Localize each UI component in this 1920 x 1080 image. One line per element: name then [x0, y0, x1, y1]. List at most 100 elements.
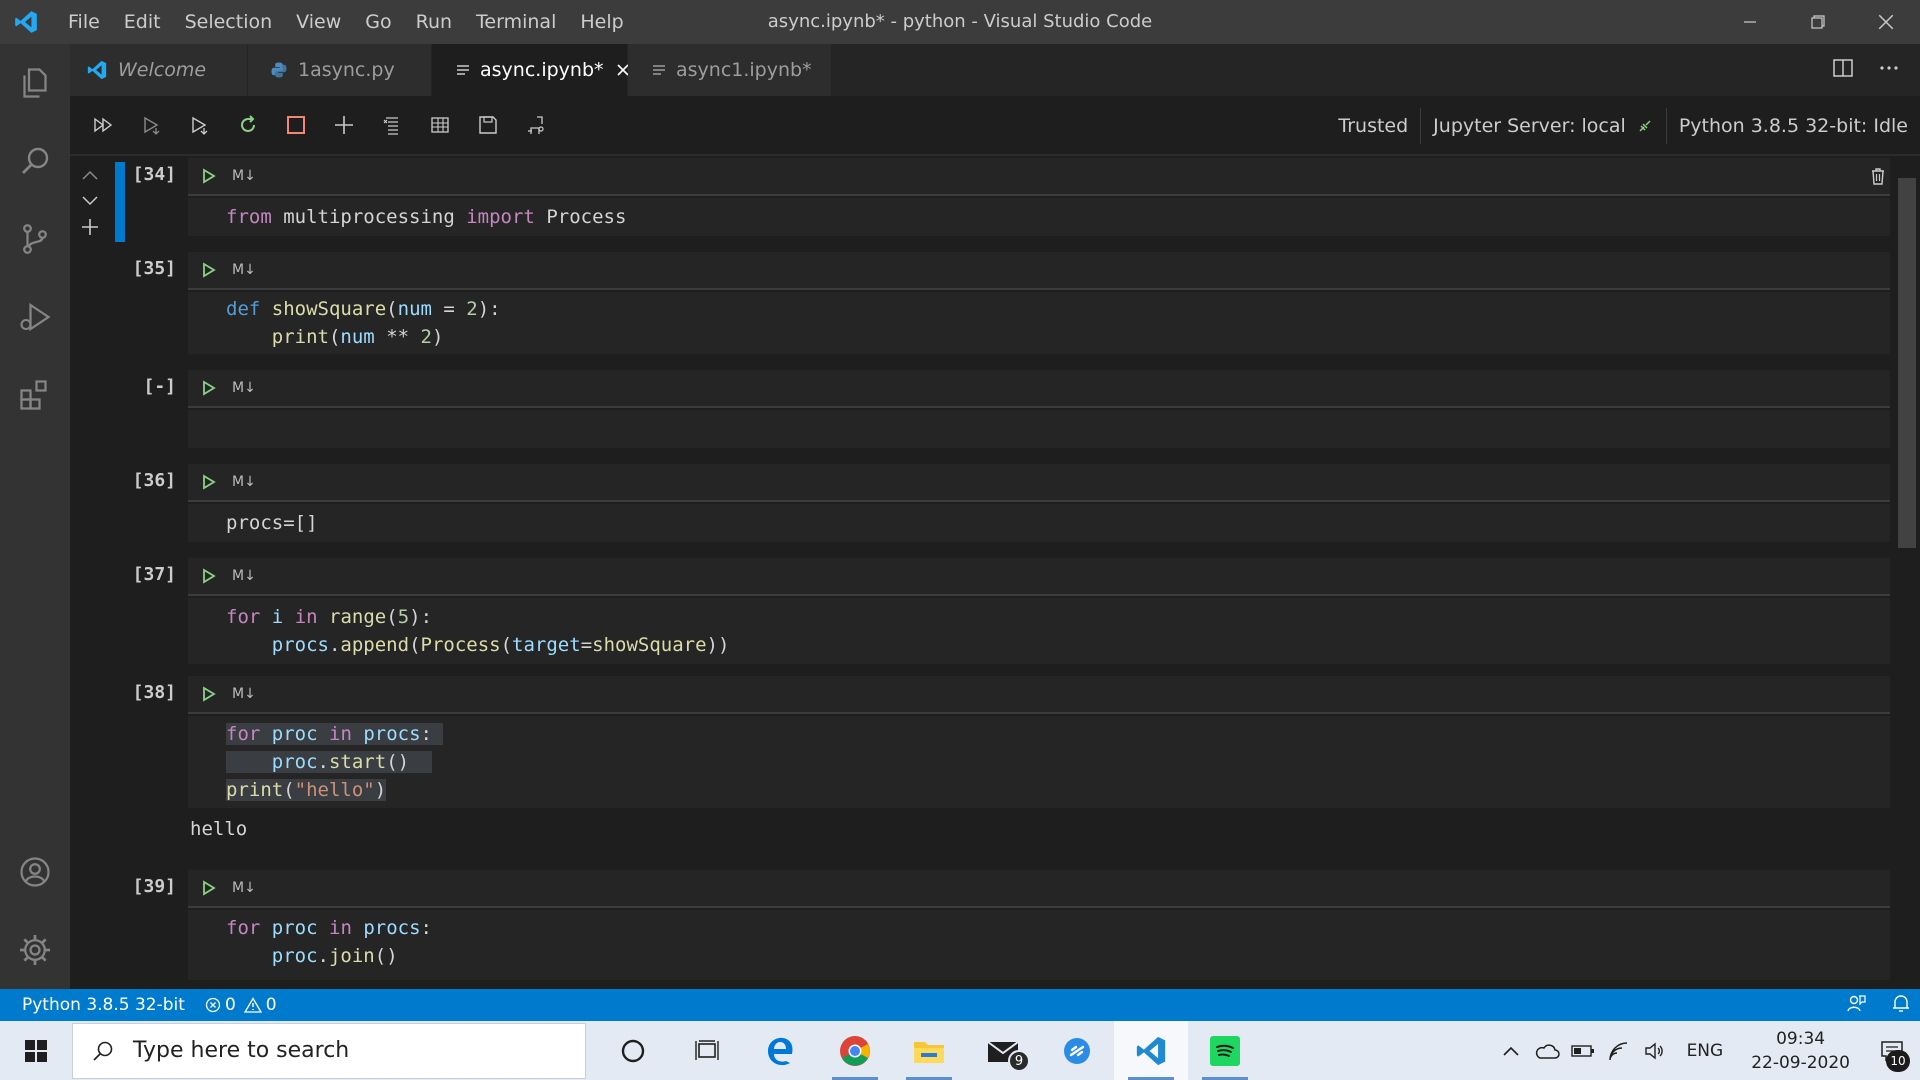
python-interpreter-status[interactable]: Python 3.8.5 32-bit	[0, 989, 195, 1021]
save-icon	[479, 116, 497, 134]
source-control-button[interactable]	[0, 200, 70, 278]
code-editor[interactable]: def showSquare(num = 2): print(num ** 2)	[188, 292, 1890, 354]
taskbar-search-box[interactable]: Type here to search	[72, 1022, 586, 1079]
vertical-scrollbar[interactable]	[1898, 178, 1916, 548]
interrupt-kernel-button[interactable]	[272, 105, 320, 145]
onedrive-button[interactable]	[1529, 1021, 1565, 1080]
menu-view[interactable]: View	[284, 0, 353, 44]
menu-edit[interactable]: Edit	[112, 0, 173, 44]
menu-file[interactable]: File	[56, 0, 112, 44]
close-window-button[interactable]	[1852, 0, 1920, 44]
menu-terminal[interactable]: Terminal	[464, 0, 568, 44]
jupyter-server-status[interactable]: Jupyter Server: local	[1420, 108, 1666, 144]
show-hidden-icons-button[interactable]	[1493, 1021, 1529, 1080]
editor-actions	[1832, 44, 1900, 96]
run-below-button[interactable]	[176, 105, 224, 145]
activity-bar-bottom	[0, 833, 70, 989]
run-cell-button[interactable]	[198, 471, 220, 493]
clear-outputs-button[interactable]	[368, 105, 416, 145]
notebook-toolbar: Trusted Jupyter Server: local Python 3.8…	[70, 96, 1920, 156]
split-editor-icon[interactable]	[1832, 57, 1854, 83]
manage-button[interactable]	[0, 911, 70, 989]
run-cell-button[interactable]	[198, 259, 220, 281]
run-above-button[interactable]	[128, 105, 176, 145]
search-view-button[interactable]	[0, 122, 70, 200]
trusted-label[interactable]: Trusted	[1326, 108, 1420, 144]
edge-app[interactable]	[744, 1021, 818, 1080]
run-cell-button[interactable]	[198, 683, 220, 705]
pinned-app[interactable]	[1040, 1021, 1114, 1080]
move-cell-up-button[interactable]	[70, 162, 110, 188]
markdown-toggle-button[interactable]: M↓	[232, 880, 256, 896]
run-all-cells-button[interactable]	[80, 105, 128, 145]
minimize-button[interactable]	[1716, 0, 1784, 44]
save-button[interactable]	[464, 105, 512, 145]
run-cell-button[interactable]	[198, 377, 220, 399]
delete-cell-button[interactable]	[1868, 166, 1888, 190]
more-actions-icon[interactable]	[1878, 57, 1900, 83]
battery-button[interactable]	[1565, 1021, 1601, 1080]
code-editor[interactable]: for i in range(5): procs.append(Process(…	[188, 598, 1890, 664]
code-editor[interactable]	[188, 410, 1890, 448]
tab-async1-ipynb[interactable]: async1.ipynb*	[628, 44, 832, 96]
tab-welcome[interactable]: Welcome	[70, 44, 248, 96]
markdown-toggle-button[interactable]: M↓	[232, 262, 256, 278]
notification-count-badge: 10	[1886, 1050, 1910, 1072]
menu-help[interactable]: Help	[568, 0, 635, 44]
markdown-toggle-button[interactable]: M↓	[232, 568, 256, 584]
tab-async-ipynb[interactable]: async.ipynb*	[432, 44, 629, 96]
menu-run[interactable]: Run	[404, 0, 464, 44]
restore-button[interactable]	[1784, 0, 1852, 44]
kernel-status[interactable]: Python 3.8.5 32-bit: Idle	[1665, 108, 1920, 144]
extensions-button[interactable]	[0, 356, 70, 434]
code-editor[interactable]: for proc in procs: proc.start() print("h…	[188, 716, 1890, 808]
play-icon	[203, 380, 216, 396]
run-debug-button[interactable]	[0, 278, 70, 356]
variables-icon	[431, 117, 449, 133]
export-button[interactable]	[512, 105, 560, 145]
chrome-app[interactable]	[818, 1021, 892, 1080]
action-center-button[interactable]: 10	[1864, 1021, 1920, 1080]
execution-count: [38]	[132, 682, 176, 703]
task-view-button[interactable]	[670, 1021, 744, 1080]
cortana-button[interactable]	[596, 1021, 670, 1080]
status-bar: Python 3.8.5 32-bit 0 0	[0, 989, 1920, 1021]
volume-button[interactable]	[1637, 1021, 1673, 1080]
start-button[interactable]	[0, 1021, 72, 1080]
run-cell-button[interactable]	[198, 565, 220, 587]
input-language[interactable]: ENG	[1673, 1041, 1738, 1061]
markdown-toggle-button[interactable]: M↓	[232, 168, 256, 184]
notebook-icon	[652, 63, 666, 77]
code-editor[interactable]: procs=[]	[188, 504, 1890, 542]
mail-app[interactable]: 9	[966, 1021, 1040, 1080]
insert-cell-below-button[interactable]	[70, 214, 110, 240]
markdown-toggle-button[interactable]: M↓	[232, 686, 256, 702]
clock[interactable]: 09:34 22-09-2020	[1737, 1027, 1864, 1075]
play-icon	[203, 880, 216, 896]
spotify-app[interactable]	[1188, 1021, 1262, 1080]
variables-button[interactable]	[416, 105, 464, 145]
markdown-toggle-button[interactable]: M↓	[232, 380, 256, 396]
markdown-toggle-button[interactable]: M↓	[232, 474, 256, 490]
network-button[interactable]	[1601, 1021, 1637, 1080]
mail-unread-badge: 9	[1008, 1050, 1030, 1072]
restart-kernel-button[interactable]	[224, 105, 272, 145]
feedback-icon[interactable]	[1846, 993, 1866, 1018]
add-icon	[335, 116, 353, 134]
tab-1async-py[interactable]: 1async.py	[248, 44, 432, 96]
menu-go[interactable]: Go	[353, 0, 403, 44]
problems-status[interactable]: 0 0	[195, 989, 287, 1021]
execution-count: [36]	[132, 470, 176, 491]
vscode-app[interactable]	[1114, 1021, 1188, 1080]
run-cell-button[interactable]	[198, 165, 220, 187]
notifications-bell-icon[interactable]	[1892, 993, 1910, 1018]
menu-selection[interactable]: Selection	[173, 0, 285, 44]
code-editor[interactable]: from multiprocessing import Process	[188, 198, 1890, 236]
move-cell-down-button[interactable]	[70, 188, 110, 214]
run-cell-button[interactable]	[198, 877, 220, 899]
add-cell-button[interactable]	[320, 105, 368, 145]
code-editor[interactable]: for proc in procs: proc.join()	[188, 910, 1890, 980]
explorer-button[interactable]	[0, 44, 70, 122]
accounts-button[interactable]	[0, 833, 70, 911]
file-explorer-app[interactable]	[892, 1021, 966, 1080]
